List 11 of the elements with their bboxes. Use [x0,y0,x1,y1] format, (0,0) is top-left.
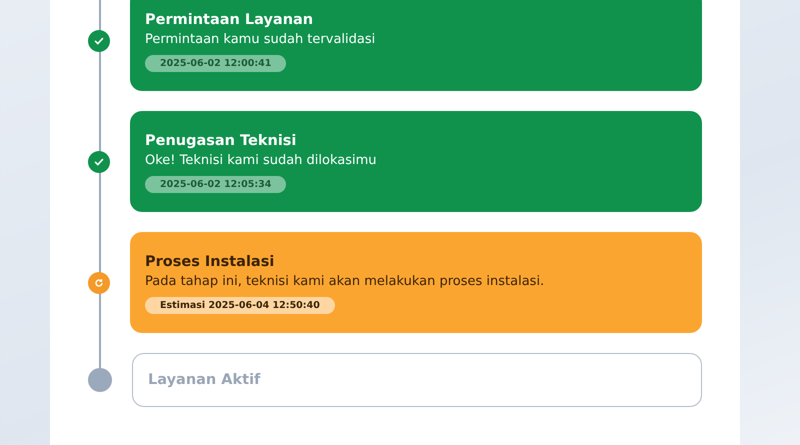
timestamp-badge: Estimasi 2025-06-04 12:50:40 [145,296,335,314]
step-description: Pada tahap ini, teknisi kami akan melakukan proses instalasi. [145,274,546,288]
step-title: Layanan Aktif [148,372,262,388]
step-description: Oke! Teknisi kami sudah dilokasimu [145,152,378,168]
step-title: Penugasan Teknisi [145,132,298,148]
refresh-icon [94,278,104,288]
timestamp-badge: 2025-06-02 12:05:34 [145,176,286,192]
step-title: Proses Instalasi [145,254,276,270]
timestamp-badge: 2025-06-02 12:00:41 [145,54,286,72]
step-description: Permintaan kamu sudah tervalidasi [145,32,376,46]
step-title: Permintaan Layanan [145,12,314,28]
